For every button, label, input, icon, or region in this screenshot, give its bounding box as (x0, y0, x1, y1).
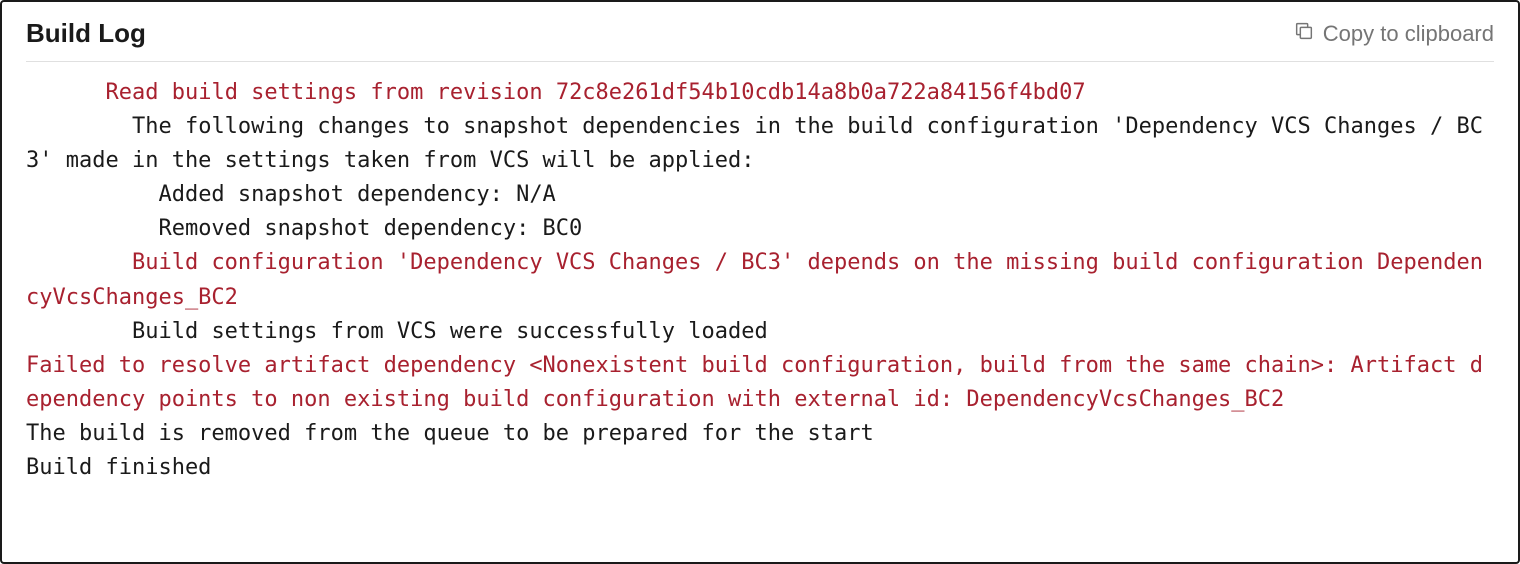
copy-to-clipboard-button[interactable]: Copy to clipboard (1293, 20, 1494, 48)
copy-icon (1293, 20, 1315, 48)
log-line: Removed snapshot dependency: BC0 (26, 212, 1494, 246)
log-line: The build is removed from the queue to b… (26, 417, 1494, 451)
log-line: Read build settings from revision 72c8e2… (26, 76, 1494, 110)
build-log-panel: Build Log Copy to clipboard Read build s… (0, 0, 1520, 564)
panel-header: Build Log Copy to clipboard (26, 18, 1494, 62)
log-line: Build settings from VCS were successfull… (26, 315, 1494, 349)
copy-label: Copy to clipboard (1323, 21, 1494, 47)
log-line: Added snapshot dependency: N/A (26, 178, 1494, 212)
log-line: The following changes to snapshot depend… (26, 110, 1494, 178)
log-line: Failed to resolve artifact dependency <N… (26, 349, 1494, 417)
log-line: Build finished (26, 451, 1494, 485)
log-line: Build configuration 'Dependency VCS Chan… (26, 246, 1494, 314)
log-content: Read build settings from revision 72c8e2… (26, 76, 1494, 485)
panel-title: Build Log (26, 18, 146, 49)
